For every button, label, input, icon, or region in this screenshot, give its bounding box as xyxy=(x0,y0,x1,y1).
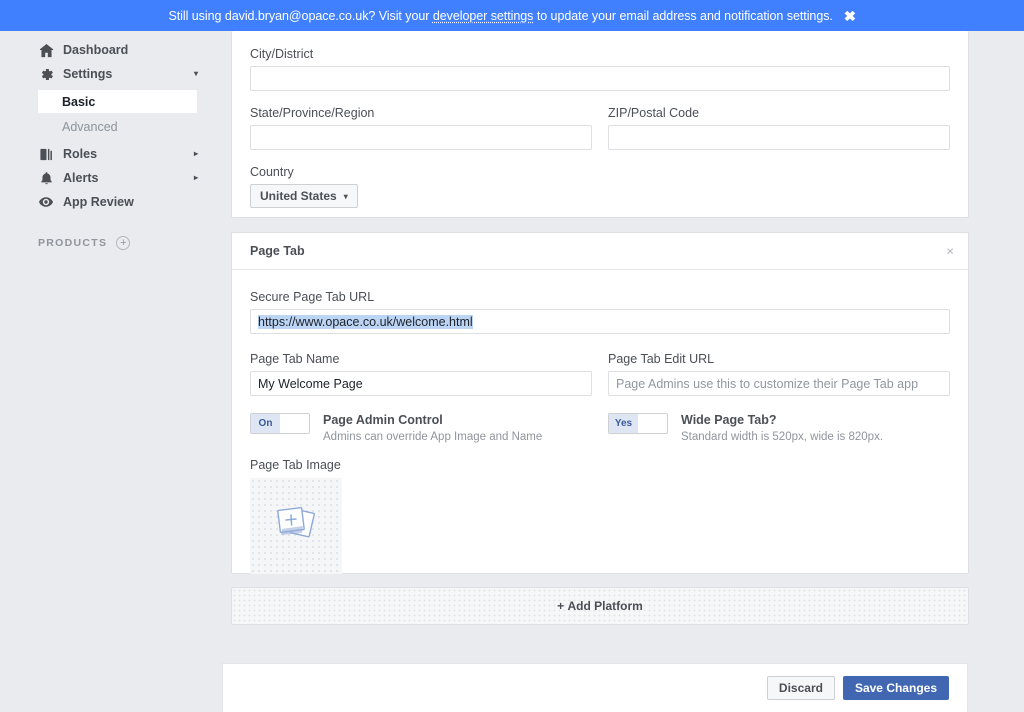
page-tab-image-dropzone[interactable] xyxy=(250,478,342,574)
bell-icon xyxy=(38,170,54,186)
sidebar-item-label: App Review xyxy=(63,195,134,209)
page-admin-control-sub: Admins can override App Image and Name xyxy=(323,431,543,443)
wide-page-tab-sub: Standard width is 520px, wide is 820px. xyxy=(681,431,884,443)
secure-url-value: https://www.opace.co.uk/welcome.html xyxy=(258,314,473,329)
eye-icon xyxy=(38,194,54,210)
roles-icon xyxy=(38,146,54,162)
notification-banner: Still using david.bryan@opace.co.uk? Vis… xyxy=(0,0,1024,31)
toggle-state-label: Yes xyxy=(609,414,638,433)
country-selected-value: United States xyxy=(260,189,337,203)
page-tab-card-header: Page Tab × xyxy=(232,233,968,270)
sidebar-item-label: Alerts xyxy=(63,171,99,185)
wide-page-tab-toggle[interactable]: Yes xyxy=(608,413,668,434)
products-section-header: PRODUCTS + xyxy=(38,236,222,250)
page-tab-card: Page Tab × Secure Page Tab URL https://w… xyxy=(231,232,969,574)
sidebar-item-alerts[interactable]: Alerts ▸ xyxy=(38,166,198,190)
wide-page-tab-title: Wide Page Tab? xyxy=(681,413,777,427)
save-changes-button[interactable]: Save Changes xyxy=(842,676,949,700)
sidebar-item-advanced[interactable]: Advanced xyxy=(0,115,222,138)
save-bar: Discard Save Changes xyxy=(222,663,968,712)
page-admin-control-row: On Page Admin Control Admins can overrid… xyxy=(250,413,592,445)
discard-button[interactable]: Discard xyxy=(766,676,835,700)
main-content: City/District State/Province/Region ZIP/… xyxy=(222,31,1024,712)
sidebar-subitem-label: Advanced xyxy=(62,119,118,134)
plus-circle-icon[interactable]: + xyxy=(116,236,131,250)
products-label: PRODUCTS xyxy=(38,237,108,249)
add-platform-label: + Add Platform xyxy=(557,599,643,613)
chevron-right-icon: ▸ xyxy=(193,173,198,182)
zip-input[interactable] xyxy=(608,125,950,150)
state-input[interactable] xyxy=(250,125,592,150)
country-select[interactable]: United States ▾ xyxy=(250,184,358,208)
banner-text-before: Still using david.bryan@opace.co.uk? Vis… xyxy=(168,8,433,23)
sidebar-item-label: Settings xyxy=(63,67,113,81)
sidebar-item-basic[interactable]: Basic xyxy=(38,90,197,113)
page-admin-control-toggle[interactable]: On xyxy=(250,413,310,434)
sidebar-subitem-label: Basic xyxy=(62,94,96,109)
toggle-state-label: On xyxy=(251,414,280,433)
secure-url-input[interactable]: https://www.opace.co.uk/welcome.html xyxy=(250,309,950,334)
page-tab-edit-url-input[interactable] xyxy=(608,371,950,396)
developer-settings-link[interactable]: developer settings xyxy=(433,9,534,23)
chevron-down-icon: ▾ xyxy=(193,69,198,78)
page-tab-title: Page Tab xyxy=(250,244,305,258)
sidebar-item-roles[interactable]: Roles ▸ xyxy=(38,142,198,166)
chevron-right-icon: ▸ xyxy=(193,149,198,158)
plus-icon: + xyxy=(557,599,565,613)
add-photos-icon xyxy=(273,504,319,549)
sidebar-item-label: Dashboard xyxy=(63,43,129,57)
zip-label: ZIP/Postal Code xyxy=(608,106,700,120)
page-tab-image-label: Page Tab Image xyxy=(250,458,341,472)
add-platform-button[interactable]: + Add Platform xyxy=(231,587,969,625)
page-tab-edit-url-label: Page Tab Edit URL xyxy=(608,352,715,366)
home-icon xyxy=(38,42,54,58)
country-label: Country xyxy=(250,165,294,179)
toggle-knob xyxy=(638,414,667,433)
banner-text-after: to update your email address and notific… xyxy=(533,8,833,23)
page-admin-control-title: Page Admin Control xyxy=(323,413,443,427)
sidebar-item-app-review[interactable]: App Review xyxy=(38,190,198,214)
page-tab-name-input[interactable] xyxy=(250,371,592,396)
state-label: State/Province/Region xyxy=(250,106,375,120)
banner-message: Still using david.bryan@opace.co.uk? Vis… xyxy=(168,9,832,23)
toggle-knob xyxy=(280,414,309,433)
city-label: City/District xyxy=(250,47,314,61)
wide-page-tab-row: Yes Wide Page Tab? Standard width is 520… xyxy=(608,413,950,445)
address-card: City/District State/Province/Region ZIP/… xyxy=(231,31,969,218)
gear-icon xyxy=(38,66,54,82)
close-icon[interactable]: ✖ xyxy=(844,9,856,23)
sidebar-item-settings[interactable]: Settings ▾ xyxy=(38,62,198,86)
sidebar-item-dashboard[interactable]: Dashboard xyxy=(38,38,198,62)
page-tab-name-label: Page Tab Name xyxy=(250,352,340,366)
sidebar: Dashboard Settings ▾ Basic Advanced Role… xyxy=(0,31,222,712)
sidebar-item-label: Roles xyxy=(63,147,98,161)
city-input[interactable] xyxy=(250,66,950,91)
secure-url-label: Secure Page Tab URL xyxy=(250,290,375,304)
chevron-down-icon: ▾ xyxy=(343,191,348,201)
close-icon[interactable]: × xyxy=(946,245,954,258)
